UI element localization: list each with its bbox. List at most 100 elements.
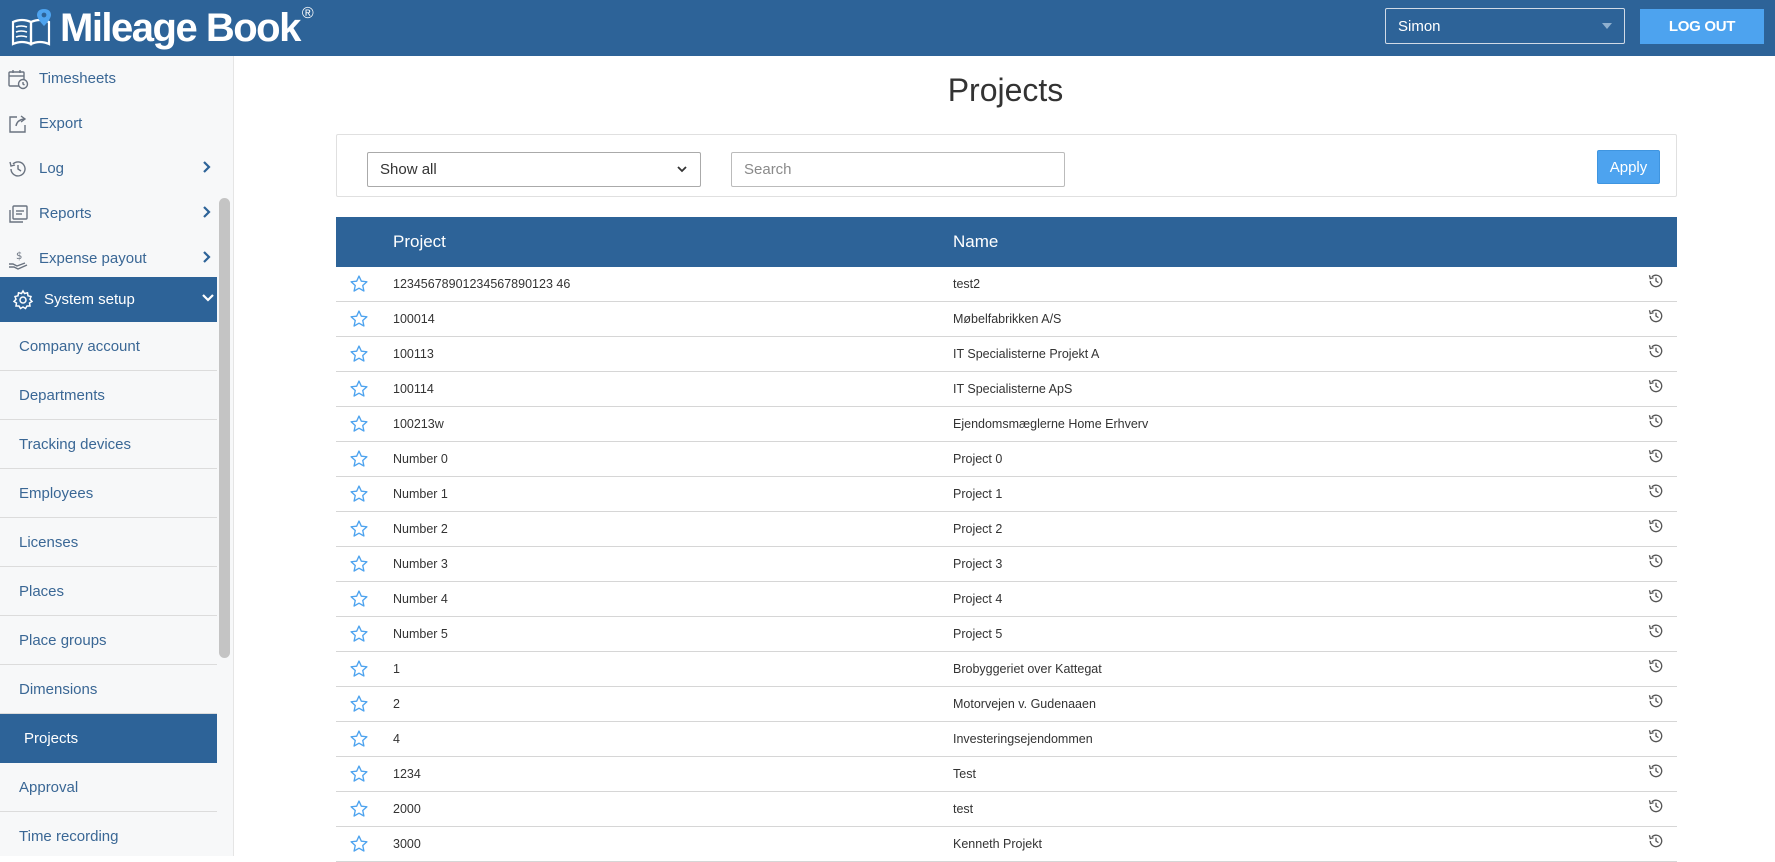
table-row[interactable]: 100213w Ejendomsmæglerne Home Erhverv [336,407,1677,442]
project-number: 100014 [393,312,435,326]
star-icon[interactable] [349,624,369,644]
column-header-name[interactable]: Name [953,232,998,252]
star-icon[interactable] [349,834,369,854]
table-row[interactable]: 4 Investeringsejendommen [336,722,1677,757]
sidebar-sub-employees[interactable]: Employees [0,469,217,518]
star-icon[interactable] [349,519,369,539]
project-number: Number 3 [393,557,448,571]
star-icon[interactable] [349,764,369,784]
history-icon[interactable] [1647,727,1665,745]
table-row[interactable]: 1234 Test [336,757,1677,792]
project-name: Test [953,767,976,781]
table-row[interactable]: Number 1 Project 1 [336,477,1677,512]
sidebar-sub-approval[interactable]: Approval [0,763,217,812]
history-icon[interactable] [1647,447,1665,465]
table-row[interactable]: 100113 IT Specialisterne Projekt A [336,337,1677,372]
history-icon[interactable] [1647,552,1665,570]
history-icon[interactable] [1647,272,1665,290]
sidebar-sub-projects[interactable]: Projects [0,714,217,763]
sidebar-item-label: Reports [39,205,92,222]
user-select[interactable]: Simon [1385,8,1625,44]
history-icon[interactable] [1647,482,1665,500]
table-row[interactable]: 12345678901234567890123 46 test2 [336,267,1677,302]
sidebar-item-label: Log [39,160,65,177]
sidebar-sub-company-account[interactable]: Company account [0,322,217,371]
sidebar-item-expense-payout[interactable]: $ Expense payout [0,236,217,281]
star-icon[interactable] [349,379,369,399]
history-icon[interactable] [1647,412,1665,430]
star-icon[interactable] [349,484,369,504]
table-row[interactable]: 2 Motorvejen v. Gudenaaen [336,687,1677,722]
history-icon[interactable] [1647,587,1665,605]
project-name: Kenneth Projekt [953,837,1042,851]
sidebar-item-label: Export [39,115,83,132]
history-icon[interactable] [1647,692,1665,710]
table-row[interactable]: Number 3 Project 3 [336,547,1677,582]
table-row[interactable]: Number 0 Project 0 [336,442,1677,477]
history-icon[interactable] [1647,762,1665,780]
search-input[interactable] [731,152,1065,187]
logo-text: Mileage Book [60,6,301,50]
history-icon [6,157,30,181]
star-icon[interactable] [349,344,369,364]
table-row[interactable]: 3000 Kenneth Projekt [336,827,1677,862]
star-icon[interactable] [349,554,369,574]
table-row[interactable]: Number 5 Project 5 [336,617,1677,652]
reports-icon [6,202,30,226]
apply-button[interactable]: Apply [1597,150,1660,184]
sidebar-item-timesheets[interactable]: Timesheets [0,56,217,101]
history-icon[interactable] [1647,622,1665,640]
star-icon[interactable] [349,694,369,714]
history-icon[interactable] [1647,517,1665,535]
sidebar-scrollbar[interactable] [219,198,230,658]
history-icon[interactable] [1647,797,1665,815]
table-row[interactable]: Number 2 Project 2 [336,512,1677,547]
star-icon[interactable] [349,659,369,679]
hand-dollar-icon: $ [6,247,30,271]
sidebar-item-log[interactable]: Log [0,146,217,191]
sidebar-item-system-setup[interactable]: System setup [0,277,217,322]
filter-select[interactable]: Show all [367,152,701,187]
history-icon[interactable] [1647,342,1665,360]
registered-mark: ® [301,5,314,22]
sidebar-sub-place-groups[interactable]: Place groups [0,616,217,665]
star-icon[interactable] [349,589,369,609]
table-row[interactable]: 100114 IT Specialisterne ApS [336,372,1677,407]
project-number: 100113 [393,347,434,361]
sidebar-item-reports[interactable]: Reports [0,191,217,236]
svg-text:$: $ [16,251,22,262]
history-icon[interactable] [1647,307,1665,325]
logout-button[interactable]: LOG OUT [1640,9,1764,44]
star-icon[interactable] [349,449,369,469]
star-icon[interactable] [349,799,369,819]
project-number: Number 0 [393,452,448,466]
project-name: Brobyggeriet over Kattegat [953,662,1102,676]
star-icon[interactable] [349,274,369,294]
project-name: test2 [953,277,981,291]
table-row[interactable]: 1 Brobyggeriet over Kattegat [336,652,1677,687]
sidebar-sub-time-recording[interactable]: Time recording [0,812,217,856]
history-icon[interactable] [1647,377,1665,395]
star-icon[interactable] [349,414,369,434]
star-icon[interactable] [349,729,369,749]
chevron-right-icon [201,250,213,268]
sidebar-item-export[interactable]: Export [0,101,217,146]
sidebar-sub-departments[interactable]: Departments [0,371,217,420]
sidebar-sub-licenses[interactable]: Licenses [0,518,217,567]
sidebar-item-label: System setup [44,291,135,308]
filter-panel: Show all Apply [336,134,1677,197]
star-icon[interactable] [349,309,369,329]
history-icon[interactable] [1647,657,1665,675]
table-row[interactable]: 100014 Møbelfabrikken A/S [336,302,1677,337]
sidebar-sub-tracking-devices[interactable]: Tracking devices [0,420,217,469]
sidebar: Timesheets Export Log Reports $ Expense … [0,56,234,856]
sidebar-sub-places[interactable]: Places [0,567,217,616]
table-row[interactable]: 2000 test [336,792,1677,827]
table-row[interactable]: Number 4 Project 4 [336,582,1677,617]
app-logo[interactable]: Mileage Book ® [10,4,314,52]
project-number: 2 [393,697,400,711]
column-header-project[interactable]: Project [393,232,446,252]
sidebar-sub-dimensions[interactable]: Dimensions [0,665,217,714]
project-number: 100114 [393,382,434,396]
history-icon[interactable] [1647,832,1665,850]
